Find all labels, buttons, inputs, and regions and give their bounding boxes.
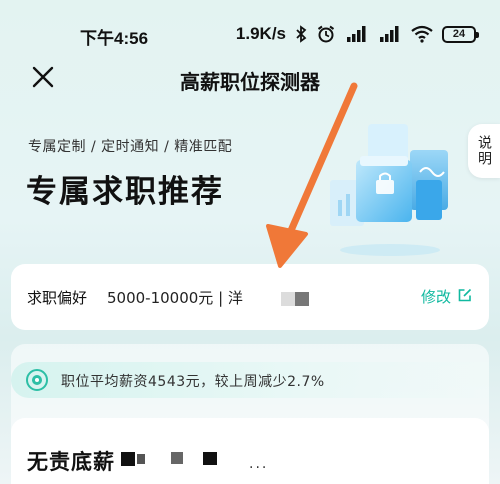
title-ellipsis: ... bbox=[249, 456, 269, 472]
job-card[interactable]: 无责底薪 ... bbox=[11, 418, 489, 484]
redacted-block bbox=[121, 452, 135, 466]
redacted-block bbox=[137, 454, 145, 464]
redacted-block bbox=[203, 452, 217, 465]
salary-summary: 职位平均薪资4543元，较上周减少2.7% bbox=[61, 374, 325, 390]
redacted-block bbox=[171, 452, 183, 464]
salary-banner: 职位平均薪资4543元，较上周减少2.7% bbox=[11, 362, 489, 398]
target-icon bbox=[25, 368, 49, 392]
job-title: 无责底薪 bbox=[27, 450, 115, 474]
